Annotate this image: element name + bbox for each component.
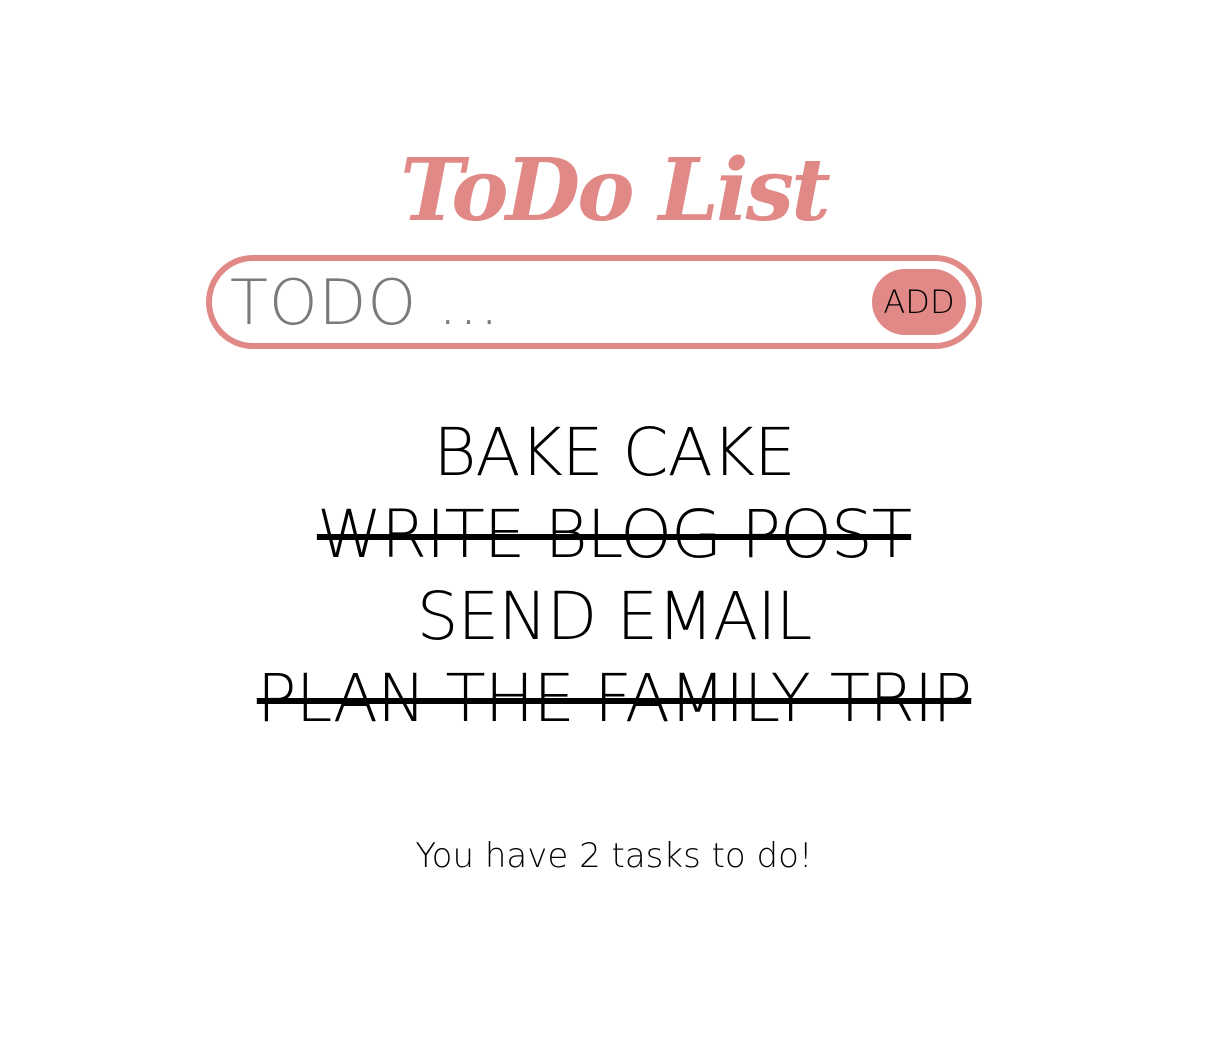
task-item[interactable]: BAKE CAKE <box>0 412 1228 494</box>
task-item[interactable]: PLAN THE FAMILY TRIP <box>0 658 1228 740</box>
task-item[interactable]: WRITE BLOG POST <box>0 494 1228 576</box>
task-list: BAKE CAKE WRITE BLOG POST SEND EMAIL PLA… <box>0 412 1228 740</box>
todo-input[interactable] <box>230 267 850 337</box>
remaining-tasks-text: You have 2 tasks to do! <box>415 836 813 876</box>
add-button[interactable]: ADD <box>872 269 966 335</box>
task-item[interactable]: SEND EMAIL <box>0 576 1228 658</box>
todo-input-container: ADD <box>206 255 982 349</box>
page-title: ToDo List <box>400 139 831 241</box>
todo-app: ToDo List ADD BAKE CAKE WRITE BLOG POST … <box>0 0 1228 1044</box>
